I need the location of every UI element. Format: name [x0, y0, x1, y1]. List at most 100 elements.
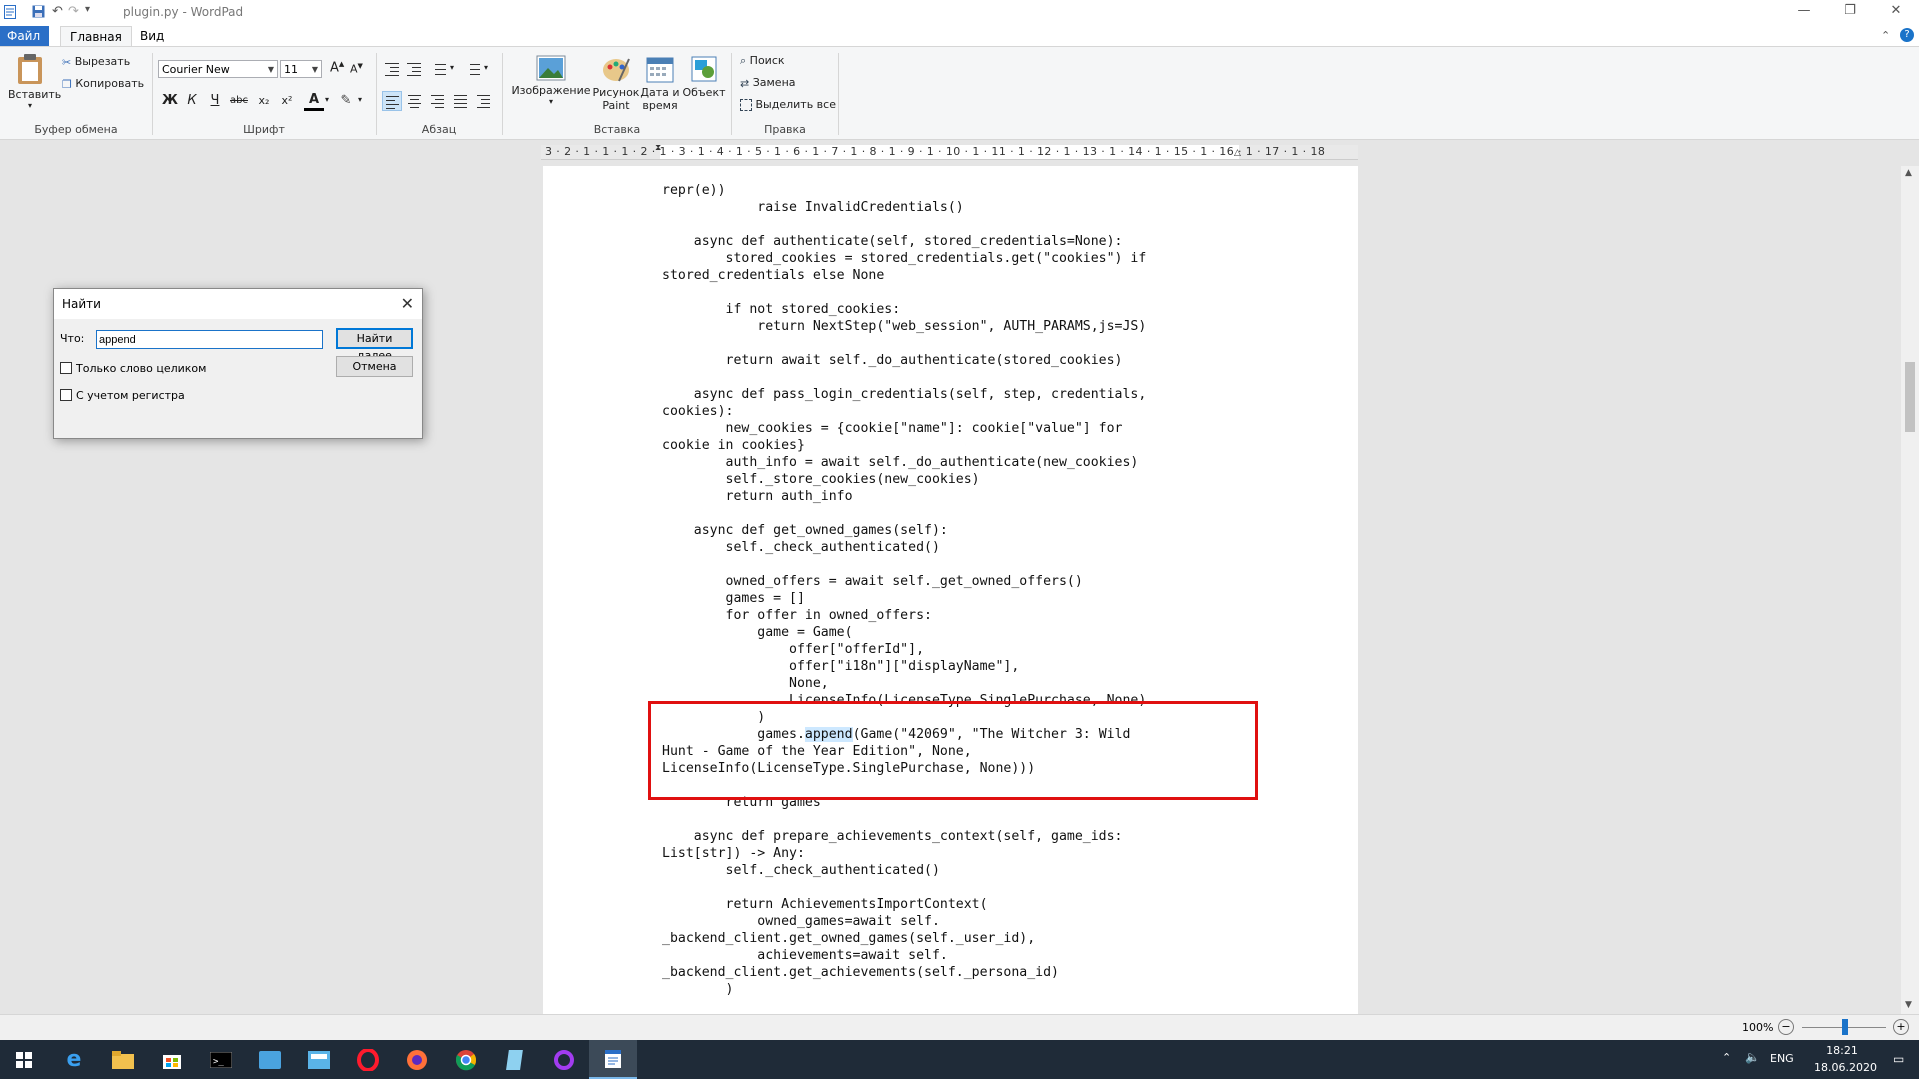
bullet-list-icon[interactable] [428, 59, 448, 79]
chevron-down-icon[interactable]: ▾ [358, 95, 362, 104]
title-bar: ↶ ↷ ▾ plugin.py - WordPad — ❐ ✕ [0, 0, 1919, 26]
paint-label-2: Paint [602, 99, 630, 112]
chevron-down-icon[interactable]: ▾ [325, 95, 329, 104]
insert-picture-button[interactable]: Изображение ▾ [510, 55, 592, 106]
match-case-checkbox[interactable] [60, 389, 72, 401]
notifications-icon[interactable]: ▭ [1893, 1052, 1904, 1066]
select-all-button[interactable]: Выделить все [740, 98, 836, 111]
insert-paint-button[interactable]: Рисунок Paint [592, 55, 640, 112]
paint-label-1: Рисунок [592, 86, 640, 99]
underline-button[interactable]: Ч [205, 91, 225, 111]
replace-button[interactable]: ⇄ Замена [740, 76, 796, 90]
find-button[interactable]: ⌕ Поиск [740, 54, 785, 68]
font-family-select[interactable]: Courier New ▼ [158, 60, 278, 78]
close-button[interactable]: ✕ [1873, 3, 1919, 18]
svg-text:>_: >_ [213, 1057, 224, 1067]
volume-icon[interactable]: 🔈 [1745, 1050, 1760, 1064]
collapse-ribbon-icon[interactable]: ⌃ [1881, 29, 1890, 42]
copy-button[interactable]: ❐ Копировать [62, 77, 144, 91]
scroll-down-icon[interactable]: ▼ [1905, 1000, 1912, 1010]
paint-palette-icon [603, 58, 630, 82]
opera-icon[interactable] [344, 1040, 392, 1079]
notepad-icon[interactable] [491, 1040, 539, 1079]
chevron-down-icon[interactable]: ▾ [484, 63, 488, 72]
vertical-scrollbar[interactable]: ▲ ▼ [1901, 166, 1919, 1014]
clock-time[interactable]: 18:21 [1818, 1044, 1866, 1057]
align-center-icon[interactable] [405, 91, 425, 111]
superscript-button[interactable]: x² [277, 91, 297, 111]
right-indent-marker-icon[interactable]: △ [1234, 148, 1241, 158]
chevron-down-icon[interactable]: ▾ [450, 63, 454, 72]
binoculars-icon: ⌕ [740, 54, 747, 67]
decrease-indent-icon[interactable] [382, 59, 402, 79]
app-blue-icon[interactable] [246, 1040, 294, 1079]
clock-date[interactable]: 18.06.2020 [1814, 1061, 1877, 1074]
windows-start-icon[interactable] [0, 1040, 48, 1079]
find-next-button[interactable]: Найти далее [336, 328, 413, 362]
close-icon[interactable]: ✕ [401, 294, 414, 313]
terminal-icon[interactable]: >_ [197, 1040, 245, 1079]
help-icon[interactable]: ? [1900, 28, 1914, 42]
align-left-icon[interactable] [382, 91, 402, 111]
cut-button[interactable]: ✂ Вырезать [62, 55, 130, 69]
firefox-icon[interactable] [393, 1040, 441, 1079]
paragraph-icon[interactable] [474, 91, 494, 111]
text-color-button[interactable]: A [304, 91, 324, 111]
strikethrough-button[interactable]: abc [229, 91, 249, 111]
indent-marker-icon[interactable]: ⧗ [655, 145, 661, 153]
language-indicator[interactable]: ENG [1770, 1052, 1794, 1065]
file-explorer-icon[interactable] [99, 1040, 147, 1079]
whole-word-label[interactable]: Только слово целиком [76, 362, 206, 375]
increase-indent-icon[interactable] [404, 59, 424, 79]
zoom-out-button[interactable]: − [1778, 1019, 1794, 1035]
document-page[interactable]: repr(e)) raise InvalidCredentials() asyn… [543, 166, 1358, 1014]
edge-icon[interactable]: e [50, 1040, 98, 1079]
ribbon: Вставить ▾ ✂ Вырезать ❐ Копировать Буфер… [0, 46, 1919, 140]
document-text[interactable]: repr(e)) raise InvalidCredentials() asyn… [662, 182, 1146, 998]
find-input[interactable] [96, 330, 323, 349]
wordpad-app-icon[interactable] [4, 4, 16, 19]
tab-view[interactable]: Вид [131, 26, 173, 46]
code-text-before: repr(e)) raise InvalidCredentials() asyn… [662, 183, 1147, 742]
chrome-icon[interactable] [442, 1040, 490, 1079]
find-label: Поиск [749, 54, 785, 67]
store-icon[interactable] [148, 1040, 196, 1079]
undo-icon[interactable]: ↶ [52, 4, 63, 19]
save-icon[interactable] [32, 4, 45, 19]
scroll-up-icon[interactable]: ▲ [1905, 168, 1912, 178]
justify-icon[interactable] [451, 91, 471, 111]
shrink-font-icon[interactable]: A▼ [350, 62, 363, 76]
cut-label: Вырезать [74, 55, 131, 68]
ruler[interactable]: 3 · 2 · 1 · 1 · 1 · 2 · 1 · 3 · 1 · 4 · … [541, 145, 1358, 160]
italic-button[interactable]: К [182, 91, 202, 111]
restore-button[interactable]: ❐ [1827, 3, 1873, 18]
grow-font-icon[interactable]: A▲ [330, 60, 344, 75]
cancel-button[interactable]: Отмена [336, 356, 413, 377]
zoom-slider-thumb[interactable] [1842, 1019, 1848, 1035]
chevron-up-icon[interactable]: ⌃ [1722, 1051, 1731, 1064]
match-case-label[interactable]: С учетом регистра [76, 389, 185, 402]
font-size-select[interactable]: 11 ▼ [280, 60, 322, 78]
tab-file[interactable]: Файл [0, 26, 49, 46]
picture-label: Изображение [511, 84, 591, 97]
align-right-icon[interactable] [428, 91, 448, 111]
bold-button[interactable]: Ж [160, 91, 180, 111]
circle-app-icon[interactable] [540, 1040, 588, 1079]
highlighter-icon[interactable]: ✎ [336, 91, 356, 111]
wordpad-taskbar-icon[interactable] [589, 1040, 637, 1079]
tab-home[interactable]: Главная [60, 26, 132, 46]
minimize-button[interactable]: — [1781, 3, 1827, 18]
scrollbar-thumb[interactable] [1905, 362, 1915, 432]
whole-word-checkbox[interactable] [60, 362, 72, 374]
zoom-in-button[interactable]: + [1893, 1019, 1909, 1035]
insert-datetime-button[interactable]: Дата и время [640, 55, 680, 112]
find-dialog-titlebar[interactable]: Найти ✕ [54, 289, 422, 319]
redo-icon[interactable]: ↷ [68, 4, 79, 19]
paste-button[interactable]: Вставить ▾ [8, 53, 61, 110]
qat-customize-icon[interactable]: ▾ [85, 4, 90, 15]
insert-object-button[interactable]: Объект [682, 55, 726, 99]
annotation-box [648, 701, 1258, 800]
line-spacing-icon[interactable] [462, 59, 482, 79]
subscript-button[interactable]: x₂ [254, 91, 274, 111]
app-calc-icon[interactable] [295, 1040, 343, 1079]
